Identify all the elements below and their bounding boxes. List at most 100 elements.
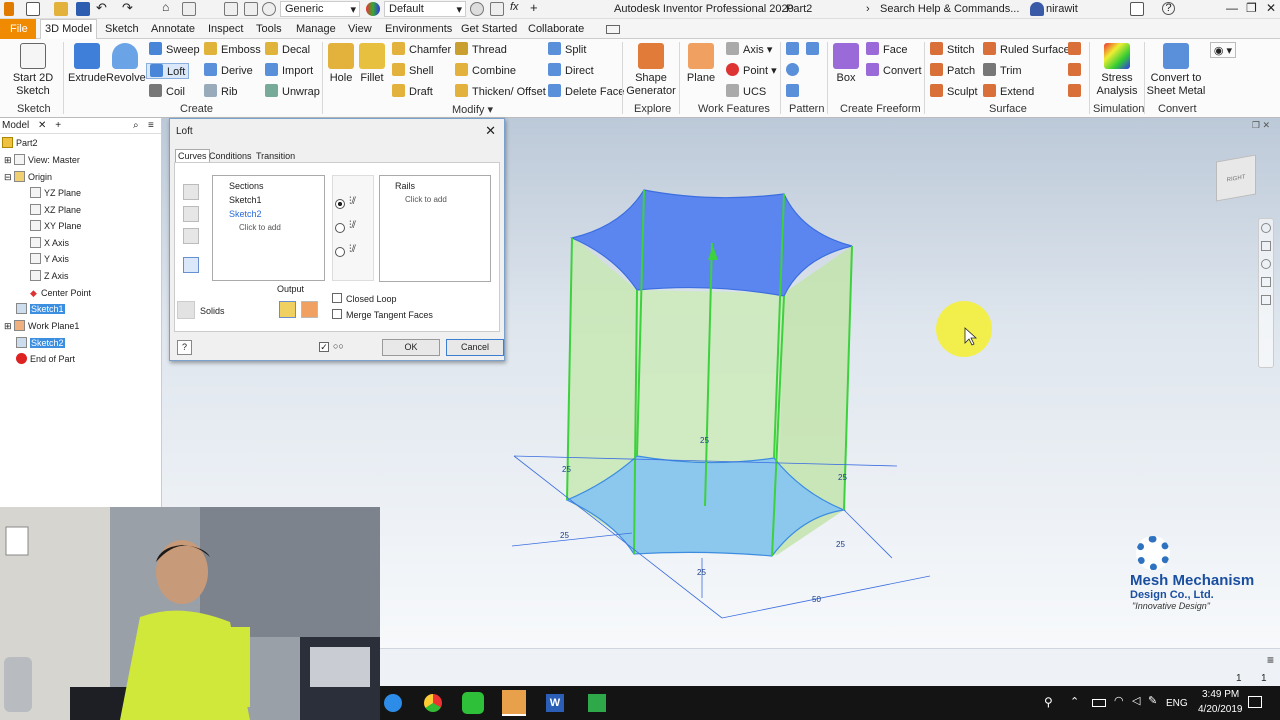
tab-manage[interactable]: Manage xyxy=(296,23,336,35)
tab-transition[interactable]: Transition xyxy=(256,151,295,161)
surface-extra-2-icon[interactable] xyxy=(1068,63,1085,79)
dimension-label[interactable]: 25 xyxy=(560,531,569,540)
browser-tab-model[interactable]: Model xyxy=(2,120,29,131)
coil-button[interactable]: Coil xyxy=(149,84,185,100)
output-solid-button[interactable] xyxy=(279,301,296,318)
emboss-button[interactable]: Emboss xyxy=(204,42,261,58)
close-icon[interactable]: ✕ xyxy=(38,120,46,131)
tab-get-started[interactable]: Get Started xyxy=(461,23,517,35)
volume-icon[interactable]: ◁ xyxy=(1132,694,1140,707)
look-at-icon[interactable] xyxy=(1261,295,1271,305)
ribbon-options-icon[interactable] xyxy=(606,25,620,34)
restore-viewport-icon[interactable]: ❐ ✕ xyxy=(1252,120,1270,131)
tree-node-yz-plane[interactable]: YZ Plane xyxy=(30,186,81,200)
full-navigation-wheel-icon[interactable] xyxy=(1261,223,1271,233)
orbit-icon[interactable] xyxy=(1261,277,1271,287)
redo-icon[interactable]: ↷ xyxy=(122,0,136,15)
undo-icon[interactable]: ↶ xyxy=(96,0,110,15)
zoom-icon[interactable] xyxy=(1261,259,1271,269)
tab-tools[interactable]: Tools xyxy=(256,23,282,35)
section-item-sketch1[interactable]: Sketch1 xyxy=(229,195,262,205)
help-search-input[interactable]: Search Help & Commands... xyxy=(880,3,1019,15)
camtasia-icon[interactable] xyxy=(588,694,606,712)
convert-sheet-metal-button[interactable]: Convert to Sheet Metal xyxy=(1146,43,1206,98)
user-name[interactable]: nirawit xyxy=(1046,3,1078,15)
ribbon-settings-icon[interactable]: ◉ ▾ xyxy=(1210,42,1236,58)
combine-button[interactable]: Combine xyxy=(455,63,516,79)
clear-appearance-icon[interactable] xyxy=(470,2,484,16)
clock-time[interactable]: 3:49 PM xyxy=(1202,689,1239,700)
convert-freeform-button[interactable]: Convert xyxy=(866,63,922,79)
surface-extra-3-icon[interactable] xyxy=(1068,84,1085,100)
revolve-button[interactable]: Revolve xyxy=(106,43,146,85)
maximize-icon[interactable]: ❐ xyxy=(1246,1,1257,15)
extrude-button[interactable]: Extrude xyxy=(68,43,106,85)
dimension-label[interactable]: 25 xyxy=(836,540,845,549)
tab-collaborate[interactable]: Collaborate xyxy=(528,23,584,35)
unwrap-button[interactable]: Unwrap xyxy=(265,84,320,100)
direct-button[interactable]: Direct xyxy=(548,63,594,79)
thread-button[interactable]: Thread xyxy=(455,42,507,58)
wifi-icon[interactable]: ◠ xyxy=(1114,694,1124,707)
mirror-icon[interactable] xyxy=(806,42,823,58)
adjust-icon[interactable] xyxy=(490,2,504,16)
tree-node-end-of-part[interactable]: End of Part xyxy=(16,352,75,366)
close-window-icon[interactable]: ✕ xyxy=(1266,1,1276,15)
language-indicator[interactable]: ENG xyxy=(1166,698,1188,709)
stress-analysis-button[interactable]: Stress Analysis xyxy=(1093,43,1141,98)
notification-icon[interactable]: ✎ xyxy=(1148,694,1157,707)
tab-curves[interactable]: Curves xyxy=(175,149,210,162)
tree-node-sketch2[interactable]: Sketch2 xyxy=(16,336,65,350)
chrome-icon[interactable] xyxy=(424,694,442,712)
sections-list[interactable]: Sections Sketch1 Sketch2 Click to add xyxy=(212,175,325,281)
add-icon[interactable]: + xyxy=(55,120,61,131)
select-icon[interactable] xyxy=(224,2,238,16)
tree-node-sketch1[interactable]: Sketch1 xyxy=(16,302,65,316)
rails-radio[interactable] xyxy=(335,199,345,209)
tray-chevron-icon[interactable]: ⌃ xyxy=(1070,695,1079,708)
stitch-button[interactable]: Stitch xyxy=(930,42,975,58)
help-icon[interactable]: ? xyxy=(177,340,192,355)
delete-face-button[interactable]: Delete Face xyxy=(548,84,624,100)
start-sketch-button[interactable]: Start 2D Sketch xyxy=(8,43,58,98)
shape-generator-button[interactable]: Shape Generator xyxy=(626,43,676,98)
move-up-button[interactable] xyxy=(183,184,199,200)
rectangular-pattern-icon[interactable] xyxy=(786,42,803,58)
open-file-icon[interactable] xyxy=(54,2,68,16)
derive-button[interactable]: Derive xyxy=(204,63,253,79)
search-icon[interactable]: ⌕ xyxy=(133,120,139,131)
dimension-label[interactable]: 25 xyxy=(838,473,847,482)
tree-node-xz-plane[interactable]: XZ Plane xyxy=(30,203,81,217)
appearance-combo[interactable]: Default ▾ xyxy=(384,1,466,17)
split-button[interactable]: Split xyxy=(548,42,586,58)
move-down-button[interactable] xyxy=(183,206,199,222)
tab-sketch[interactable]: Sketch xyxy=(105,23,139,35)
solids-selector-icon[interactable] xyxy=(177,301,195,319)
save-icon[interactable] xyxy=(76,2,90,16)
thicken-offset-button[interactable]: Thicken/ Offset xyxy=(455,84,546,100)
select-sketch-button[interactable] xyxy=(183,257,199,273)
new-file-icon[interactable] xyxy=(26,2,40,16)
cart-icon[interactable] xyxy=(1130,2,1144,16)
pan-icon[interactable] xyxy=(1261,241,1271,251)
hole-button[interactable]: Hole xyxy=(326,43,356,85)
preview-checkbox[interactable]: ✓ ○○ xyxy=(319,341,344,352)
sculpt-button[interactable]: Sculpt xyxy=(930,84,978,100)
tab-view[interactable]: View xyxy=(348,23,372,35)
action-center-icon[interactable] xyxy=(1248,696,1262,708)
patch-button[interactable]: Patch xyxy=(930,63,975,79)
dimension-label[interactable]: 50 xyxy=(812,595,821,604)
material-combo[interactable]: Generic ▾ xyxy=(280,1,360,17)
import-button[interactable]: Import xyxy=(265,63,313,79)
area-loft-radio[interactable] xyxy=(335,247,345,257)
tree-node-center-point[interactable]: ◆ Center Point xyxy=(30,286,91,300)
modify-group-label[interactable]: Modify ▾ xyxy=(452,103,493,116)
trim-button[interactable]: Trim xyxy=(983,63,1022,79)
tree-node-origin[interactable]: ⊟ Origin xyxy=(4,170,52,184)
minimize-icon[interactable]: — xyxy=(1226,1,1238,15)
rails-list[interactable]: Rails Click to add xyxy=(379,175,491,282)
view-cube[interactable]: RIGHT xyxy=(1216,154,1256,202)
face-button[interactable]: Face xyxy=(866,42,907,58)
center-line-radio[interactable] xyxy=(335,223,345,233)
word-icon[interactable]: W xyxy=(546,694,564,712)
